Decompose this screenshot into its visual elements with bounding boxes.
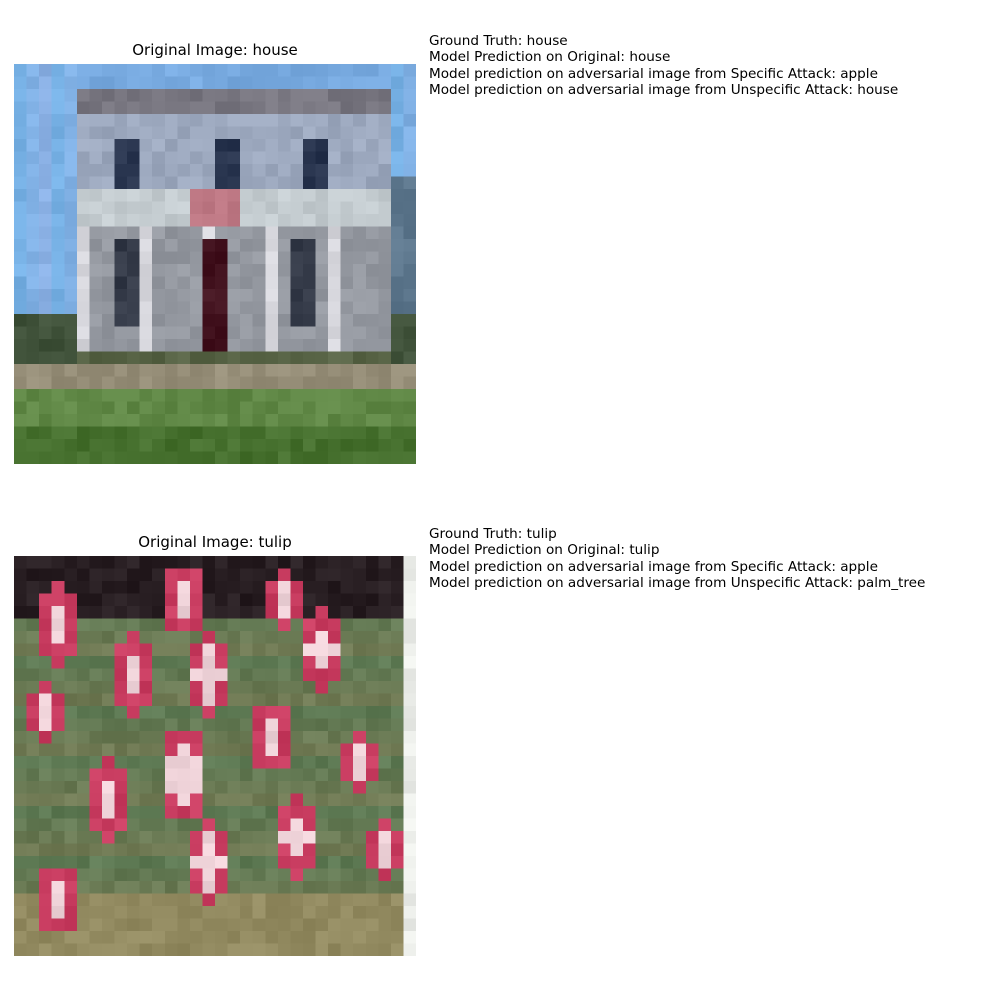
- prediction-original-text: Model Prediction on Original: house: [429, 49, 671, 66]
- prediction-unspecific-attack-text: Model prediction on adversarial image fr…: [429, 575, 926, 592]
- tulip-pixel-image: [14, 556, 416, 956]
- prediction-original-text: Model Prediction on Original: tulip: [429, 542, 660, 559]
- ground-truth-text: Ground Truth: house: [429, 33, 568, 49]
- ground-truth-text: Ground Truth: tulip: [429, 526, 557, 542]
- house-panel-title: Original Image: house: [132, 41, 298, 59]
- house-pixel-image: [14, 64, 416, 464]
- prediction-unspecific-attack-text: Model prediction on adversarial image fr…: [429, 82, 899, 99]
- tulip-prediction-info: Ground Truth: tulip Model Prediction on …: [429, 526, 925, 592]
- prediction-specific-attack-text: Model prediction on adversarial image fr…: [429, 65, 878, 82]
- tulip-panel-title: Original Image: tulip: [138, 533, 292, 551]
- house-prediction-info: Ground Truth: house Model Prediction on …: [429, 33, 898, 99]
- prediction-specific-attack-text: Model prediction on adversarial image fr…: [429, 558, 878, 575]
